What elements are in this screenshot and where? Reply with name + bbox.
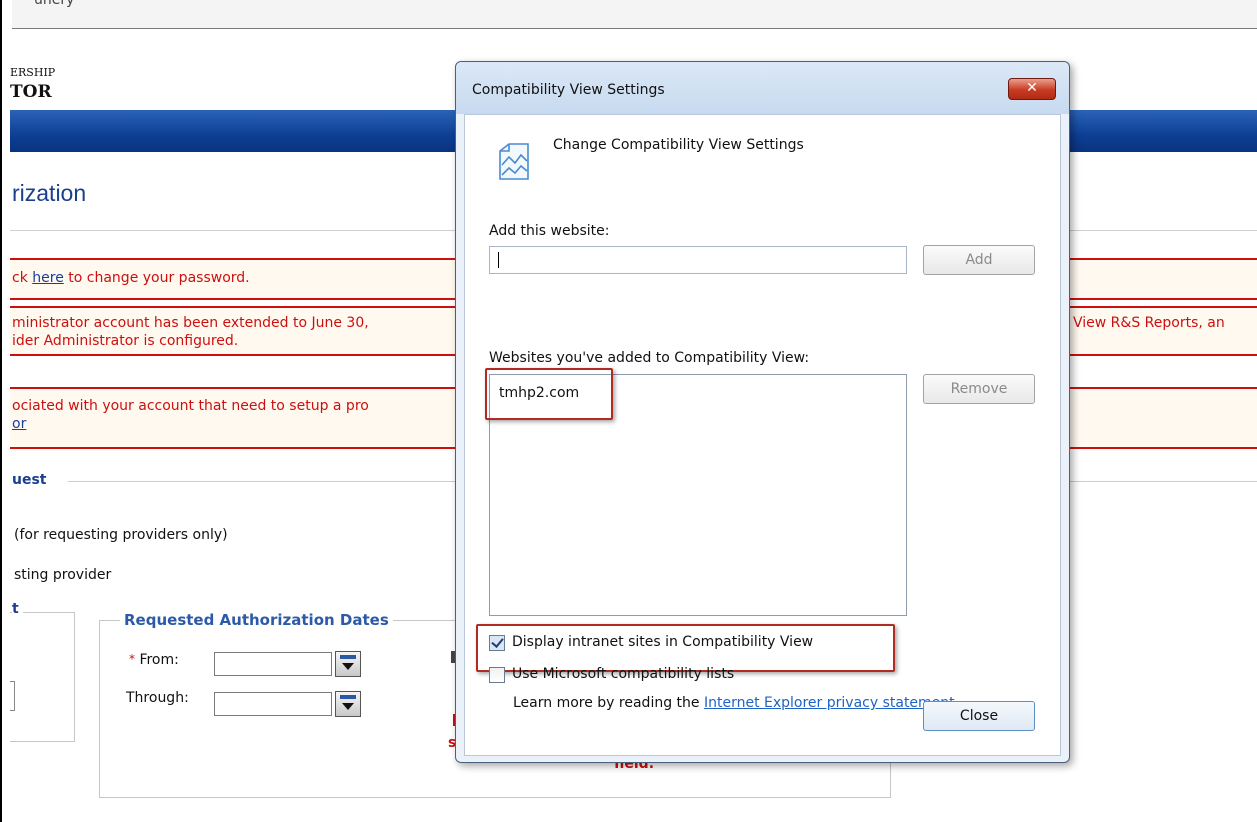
- through-label: Through:: [126, 690, 189, 706]
- from-label: * From:: [129, 652, 179, 668]
- websites-list-label: Websites you've added to Compatibility V…: [489, 350, 810, 366]
- privacy-statement-link[interactable]: Internet Explorer privacy statement: [704, 695, 955, 711]
- change-password-link[interactable]: here: [32, 270, 64, 286]
- left-fieldset-legend: t: [12, 601, 23, 617]
- tab-label[interactable]: unery: [34, 0, 74, 8]
- microsoft-lists-checkbox-label[interactable]: Use Microsoft compatibility lists: [512, 666, 734, 682]
- remove-button[interactable]: Remove: [923, 374, 1035, 404]
- microsoft-lists-checkbox[interactable]: [489, 667, 505, 683]
- add-website-label: Add this website:: [489, 223, 610, 239]
- add-button[interactable]: Add: [923, 245, 1035, 275]
- section-legend: uest: [12, 472, 47, 488]
- compatibility-view-icon: [499, 143, 529, 180]
- from-date-input[interactable]: [214, 652, 332, 676]
- page-title: rization: [12, 180, 87, 206]
- calendar-icon[interactable]: [335, 651, 361, 677]
- alert-text-right: View R&S Reports, an: [1073, 315, 1225, 331]
- top-tab-strip: unery: [12, 0, 1257, 29]
- alert-text: to change your password.: [63, 270, 250, 286]
- highlight-box: [485, 368, 613, 420]
- privacy-prefix: Learn more by reading the: [513, 695, 704, 711]
- dialog-header: Change Compatibility View Settings: [553, 137, 804, 153]
- text-caret: [498, 252, 499, 268]
- alert-link[interactable]: or: [12, 416, 26, 432]
- left-input-edge[interactable]: [10, 681, 15, 711]
- dialog-titlebar[interactable]: Compatibility View Settings ✕: [456, 62, 1069, 114]
- alert-text: ck: [12, 270, 33, 286]
- dialog-title: Compatibility View Settings: [472, 82, 665, 98]
- requesting-provider-text: sting provider: [14, 567, 112, 583]
- left-fieldset: t: [10, 601, 75, 742]
- logo-line-2: TOR: [10, 82, 52, 102]
- from-label-text: From:: [139, 652, 179, 668]
- privacy-text: Learn more by reading the Internet Explo…: [513, 695, 955, 711]
- through-date-input[interactable]: [214, 692, 332, 716]
- add-website-input[interactable]: [489, 246, 907, 274]
- logo-line-1: ERSHIP: [10, 66, 56, 79]
- close-button[interactable]: Close: [923, 701, 1035, 731]
- requested-dates-legend: Requested Authorization Dates: [120, 611, 393, 629]
- highlight-box: [476, 624, 895, 672]
- compatibility-view-dialog: Compatibility View Settings ✕ Change Com…: [455, 61, 1070, 763]
- required-marker: *: [129, 652, 135, 666]
- dialog-client-area: Change Compatibility View Settings Add t…: [464, 114, 1061, 756]
- calendar-icon[interactable]: [335, 691, 361, 717]
- close-icon[interactable]: ✕: [1008, 78, 1056, 100]
- close-x-glyph: ✕: [1026, 80, 1038, 96]
- requesting-providers-text: (for requesting providers only): [14, 527, 228, 543]
